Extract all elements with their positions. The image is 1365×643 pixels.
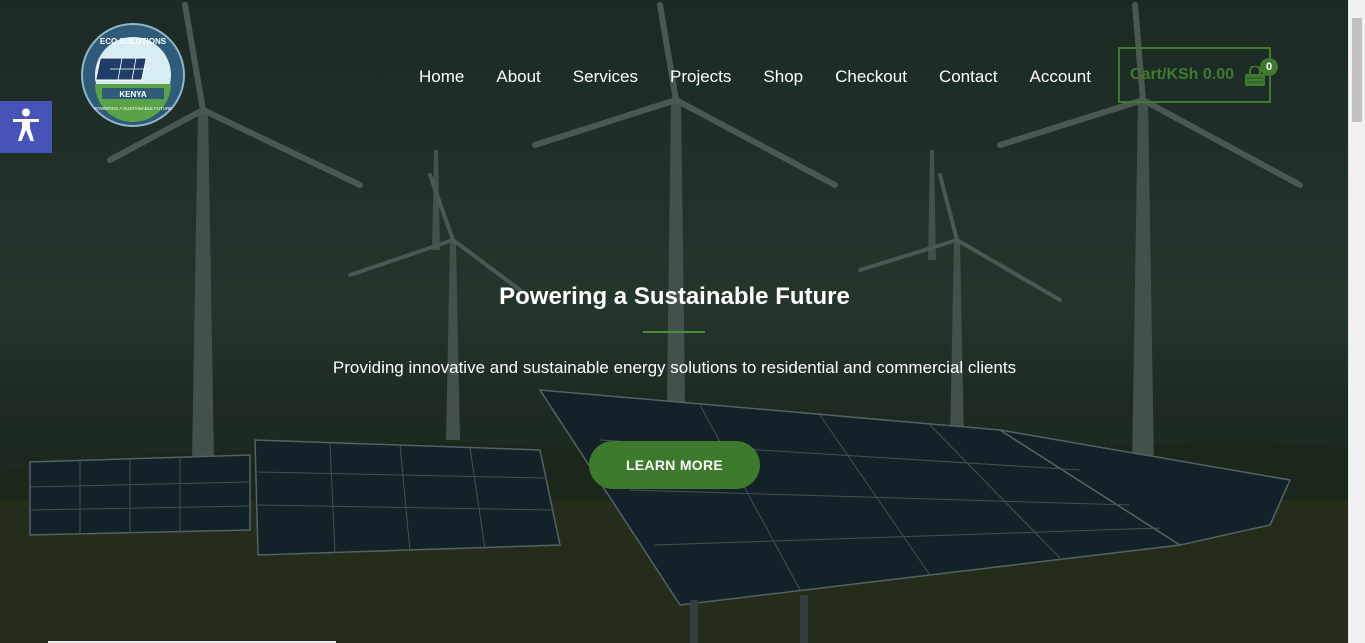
main-navigation: Home About Services Projects Shop Checko…: [403, 66, 1107, 88]
nav-item-services[interactable]: Services: [557, 66, 654, 88]
hero-subtitle: Providing innovative and sustainable ene…: [332, 358, 1017, 377]
nav-item-projects[interactable]: Projects: [654, 66, 747, 88]
accessibility-button[interactable]: [0, 101, 52, 153]
logo-country-text: KENYA: [119, 90, 146, 99]
nav-item-about[interactable]: About: [480, 66, 556, 88]
nav-item-checkout[interactable]: Checkout: [819, 66, 923, 88]
scrollbar-thumb[interactable]: [1352, 18, 1362, 122]
hero-title: Powering a Sustainable Future: [499, 283, 850, 310]
cart-count-badge: 0: [1260, 58, 1278, 76]
accessibility-person-icon: [11, 108, 41, 146]
nav-item-contact[interactable]: Contact: [923, 66, 1014, 88]
nav-item-account[interactable]: Account: [1014, 66, 1107, 88]
nav-item-shop[interactable]: Shop: [747, 66, 819, 88]
learn-more-button[interactable]: LEARN MORE: [589, 441, 760, 489]
cart-total-label: Cart/KSh 0.00: [1130, 66, 1235, 83]
logo-bottom-text: POWERING A SUSTAINABLE FUTURE: [94, 106, 172, 111]
page: KENYA ECO SOLUTIONS POWERING A SUSTAINAB…: [0, 0, 1365, 643]
page-scrollbar[interactable]: [1348, 0, 1365, 643]
eco-solutions-logo[interactable]: KENYA ECO SOLUTIONS POWERING A SUSTAINAB…: [80, 22, 186, 128]
hero-divider: [643, 331, 705, 333]
logo-top-text: ECO SOLUTIONS: [100, 37, 167, 46]
cart-button[interactable]: Cart/KSh 0.00 0: [1118, 47, 1278, 103]
nav-item-home[interactable]: Home: [403, 66, 480, 88]
